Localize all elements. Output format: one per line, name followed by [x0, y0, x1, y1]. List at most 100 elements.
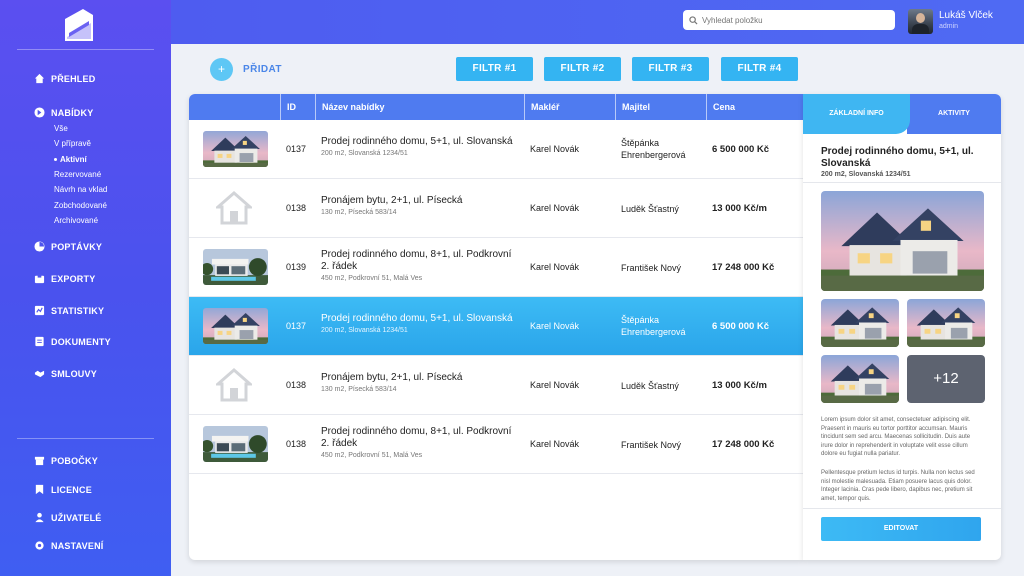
- row-id: 0139: [286, 262, 307, 272]
- table-row[interactable]: 0138 Pronájem bytu, 2+1, ul. Písecká 130…: [189, 179, 803, 238]
- row-agent: Karel Novák: [530, 144, 580, 154]
- filter-4-button[interactable]: FILTR #4: [721, 57, 798, 81]
- search-box[interactable]: [683, 10, 895, 30]
- handshake-icon: [34, 370, 45, 378]
- gallery-thumb[interactable]: [821, 299, 899, 347]
- description-text: Lorem ipsum dolor sit amet, consectetuer…: [821, 417, 971, 457]
- column-price[interactable]: Cena: [706, 94, 803, 120]
- sidebar-divider: [17, 49, 154, 50]
- offers-table: ID Název nabídky Makléř Majitel Cena 013…: [189, 94, 803, 560]
- sidebar-item-label: POPTÁVKY: [51, 241, 103, 252]
- column-title[interactable]: Název nabídky: [315, 94, 524, 120]
- store-icon: [34, 456, 45, 466]
- user-name[interactable]: Lukáš Vlček: [939, 10, 993, 21]
- row-title: Prodej rodinného domu, 8+1, ul. Podkrovn…: [321, 249, 512, 272]
- tab-zakladni-info[interactable]: ZÁKLADNÍ INFO: [803, 94, 910, 134]
- table-row[interactable]: 0138 Pronájem bytu, 2+1, ul. Písecká 130…: [189, 356, 803, 415]
- sidebar-item-licence[interactable]: LICENCE: [34, 484, 92, 495]
- add-label[interactable]: PŘIDAT: [243, 64, 282, 75]
- row-price: 13 000 Kč/m: [712, 380, 767, 391]
- search-input[interactable]: [702, 15, 882, 25]
- property-photo[interactable]: [203, 249, 268, 285]
- sidebar-item-label: SMLOUVY: [51, 368, 97, 379]
- row-id: 0138: [286, 439, 307, 449]
- table-row[interactable]: 0139 Prodej rodinného domu, 8+1, ul. Pod…: [189, 238, 803, 297]
- subitem-archivovane[interactable]: Archivované: [54, 216, 98, 225]
- filter-3-button[interactable]: FILTR #3: [632, 57, 709, 81]
- row-id: 0137: [286, 321, 307, 331]
- property-photo[interactable]: [203, 308, 268, 344]
- sidebar-item-dokumenty[interactable]: DOKUMENTY: [34, 336, 111, 347]
- table-header: ID Název nabídky Makléř Majitel Cena: [189, 94, 803, 120]
- row-agent: Karel Novák: [530, 321, 580, 331]
- logo-icon[interactable]: [63, 7, 95, 43]
- table-row[interactable]: 0137 Prodej rodinného domu, 5+1, ul. Slo…: [189, 120, 803, 179]
- filter-1-button[interactable]: FILTR #1: [456, 57, 533, 81]
- row-subtitle: 450 m2, Podkrovní 51, Malá Ves: [321, 452, 423, 459]
- panel-divider: [803, 182, 1001, 183]
- panel-divider: [803, 508, 1001, 509]
- sidebar-item-label: NASTAVENÍ: [51, 540, 104, 551]
- row-id: 0138: [286, 203, 307, 213]
- sidebar-item-label: NABÍDKY: [51, 107, 94, 118]
- row-subtitle: 200 m2, Slovanská 1234/51: [321, 327, 408, 334]
- row-title-block: Prodej rodinného domu, 5+1, ul. Slovansk…: [321, 313, 521, 334]
- sidebar-item-label: PŘEHLED: [51, 73, 96, 84]
- sidebar-item-label: STATISTIKY: [51, 305, 105, 316]
- filter-2-button[interactable]: FILTR #2: [544, 57, 621, 81]
- property-photo[interactable]: [203, 131, 268, 167]
- table-row[interactable]: 0138 Prodej rodinného domu, 8+1, ul. Pod…: [189, 415, 803, 474]
- main-photo[interactable]: [821, 191, 984, 291]
- subitem-zobchodovane[interactable]: Zobchodované: [54, 201, 107, 210]
- row-subtitle: 130 m2, Písecká 583/14: [321, 209, 397, 216]
- sidebar-item-smlouvy[interactable]: SMLOUVY: [34, 368, 97, 379]
- row-price: 6 500 000 Kč: [712, 144, 770, 155]
- row-owner: Luděk Šťastný: [621, 204, 679, 214]
- property-photo[interactable]: [203, 426, 268, 462]
- sidebar-item-label: POBOČKY: [51, 455, 98, 466]
- column-agent[interactable]: Makléř: [524, 94, 615, 120]
- gallery-thumb[interactable]: [907, 299, 985, 347]
- subitem-aktivni[interactable]: Aktivní: [54, 155, 87, 164]
- subitem-navrh-na-vklad[interactable]: Návrh na vklad: [54, 185, 107, 194]
- sidebar-item-label: UŽIVATELÉ: [51, 512, 102, 523]
- avatar[interactable]: [908, 9, 933, 34]
- subitem-vse[interactable]: Vše: [54, 124, 68, 133]
- row-subtitle: 200 m2, Slovanská 1234/51: [321, 150, 408, 157]
- row-title: Prodej rodinného domu, 5+1, ul. Slovansk…: [321, 313, 513, 324]
- more-photos-button[interactable]: +12: [907, 355, 985, 403]
- row-agent: Karel Novák: [530, 380, 580, 390]
- row-subtitle: 450 m2, Podkrovní 51, Malá Ves: [321, 275, 423, 282]
- sidebar-item-nastaveni[interactable]: NASTAVENÍ: [34, 540, 103, 551]
- row-title-block: Pronájem bytu, 2+1, ul. Písecká 130 m2, …: [321, 372, 521, 393]
- sidebar-item-nabidky[interactable]: NABÍDKY: [34, 107, 93, 118]
- arrow-circle-icon: [34, 107, 45, 118]
- add-button[interactable]: +: [210, 58, 233, 81]
- sidebar-item-prehled[interactable]: PŘEHLED: [34, 73, 95, 84]
- column-id[interactable]: ID: [280, 94, 315, 120]
- gallery-thumb[interactable]: [821, 355, 899, 403]
- row-owner: Štěpánka Ehrenbergerová: [621, 315, 686, 337]
- sidebar-item-label: EXPORTY: [51, 273, 96, 284]
- sidebar-item-poptavky[interactable]: POPTÁVKY: [34, 241, 102, 252]
- house-placeholder-icon: [216, 368, 252, 402]
- sidebar-item-exporty[interactable]: EXPORTY: [34, 273, 95, 284]
- row-price: 6 500 000 Kč: [712, 321, 770, 332]
- table-row[interactable]: 0137 Prodej rodinného domu, 5+1, ul. Slo…: [189, 297, 803, 356]
- row-title: Prodej rodinného domu, 5+1, ul. Slovansk…: [321, 136, 513, 147]
- sidebar-item-statistiky[interactable]: STATISTIKY: [34, 305, 104, 316]
- row-title: Pronájem bytu, 2+1, ul. Písecká: [321, 372, 463, 383]
- column-owner[interactable]: Majitel: [615, 94, 706, 120]
- row-id: 0138: [286, 380, 307, 390]
- sidebar-item-pobocky[interactable]: POBOČKY: [34, 455, 98, 466]
- tab-aktivity[interactable]: AKTIVITY: [907, 94, 1001, 134]
- chart-icon: [34, 305, 45, 316]
- subitem-v-priprave[interactable]: V přípravě: [54, 139, 91, 148]
- edit-button[interactable]: EDITOVAT: [821, 517, 981, 541]
- row-owner: František Nový: [621, 263, 682, 273]
- sidebar: PŘEHLED NABÍDKY Vše V přípravě Aktivní R…: [0, 0, 171, 576]
- subitem-rezervovane[interactable]: Rezervované: [54, 170, 101, 179]
- topbar: Lukáš Vlček admin: [171, 0, 1024, 44]
- row-id: 0137: [286, 144, 307, 154]
- sidebar-item-uzivatele[interactable]: UŽIVATELÉ: [34, 512, 101, 523]
